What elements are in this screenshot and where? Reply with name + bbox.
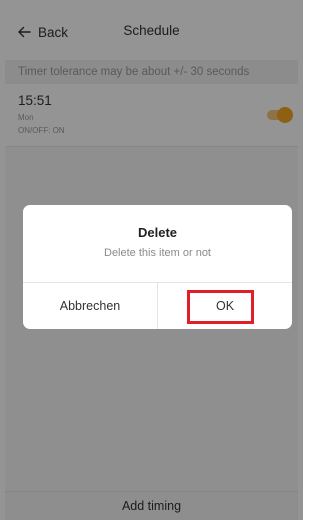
dialog-title: Delete: [137, 225, 178, 240]
delete-dialog: Delete Delete this item or not Abbrechen…: [23, 205, 292, 329]
ok-button[interactable]: OK: [158, 283, 292, 329]
cancel-button[interactable]: Abbrechen: [23, 283, 157, 329]
dialog-message: Delete this item or not: [104, 247, 211, 259]
